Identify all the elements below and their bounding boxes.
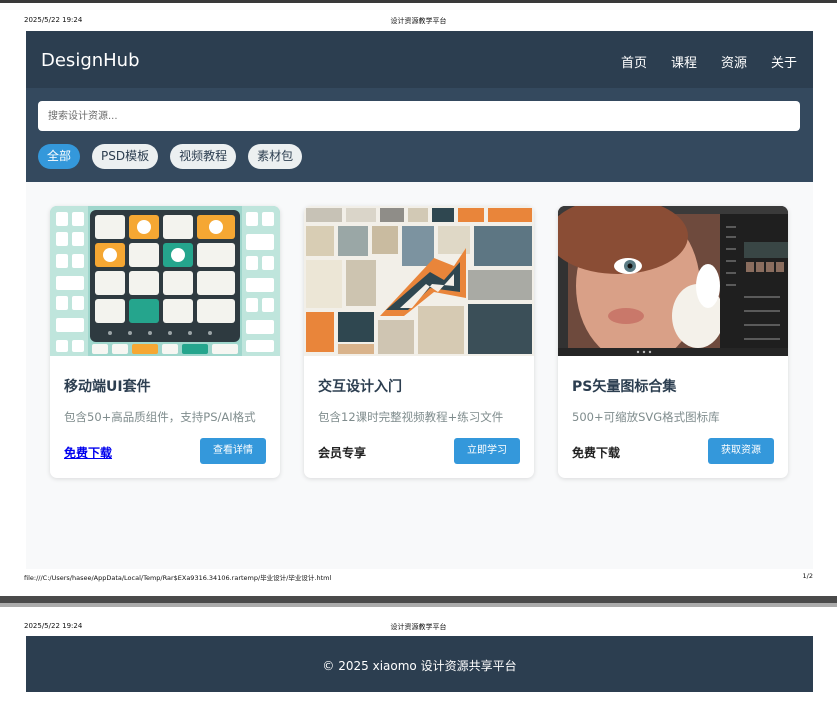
nav-link-home[interactable]: 首页 (621, 52, 647, 71)
filter-section: 全部 PSD模板 视频教程 素材包 (26, 88, 813, 182)
navbar: DesignHub 首页 课程 资源 关于 (26, 31, 813, 88)
print-header: 2025/5/22 19:24 设计资源教学平台 (0, 16, 837, 32)
nav-link-resources[interactable]: 资源 (721, 52, 747, 71)
interaction-design-thumbnail (304, 206, 534, 356)
card-description: 包含50+高品质组件，支持PS/AI格式 (64, 410, 256, 424)
filter-chip-materials[interactable]: 素材包 (248, 144, 303, 169)
card-description: 500+可缩放SVG格式图标库 (572, 410, 720, 424)
print-file-path: file:///C:/Users/hasee/AppData/Local/Tem… (24, 574, 332, 582)
nav-link-courses[interactable]: 课程 (671, 52, 697, 71)
filter-chip-psd[interactable]: PSD模板 (92, 144, 159, 169)
card-price: 免费下载 (572, 446, 621, 460)
get-resource-button[interactable]: 获取资源 (708, 438, 774, 464)
page-separator (0, 596, 837, 607)
ps-icons-thumbnail (558, 206, 788, 356)
card-title: PS矢量图标合集 (572, 379, 677, 395)
card-title: 移动端UI套件 (64, 379, 151, 395)
filter-chip-video[interactable]: 视频教程 (170, 144, 237, 169)
card-description: 包含12课时完整视频教程+练习文件 (318, 410, 504, 424)
resource-card[interactable]: 移动端UI套件 包含50+高品质组件，支持PS/AI格式 免费下载 查看详情 (50, 206, 280, 478)
filter-chip-all[interactable]: 全部 (38, 144, 81, 169)
viewer-top-edge (0, 0, 837, 3)
site-logo[interactable]: DesignHub (41, 50, 140, 71)
resource-card[interactable]: PS矢量图标合集 500+可缩放SVG格式图标库 免费下载 获取资源 (558, 206, 788, 478)
print-doc-title: 设计资源教学平台 (390, 623, 447, 631)
start-learning-button[interactable]: 立即学习 (454, 438, 520, 464)
view-details-button[interactable]: 查看详情 (200, 438, 266, 464)
card-price: 会员专享 (318, 446, 367, 460)
filter-chips: 全部 PSD模板 视频教程 素材包 (38, 144, 303, 169)
card-price-link[interactable]: 免费下载 (64, 444, 112, 461)
print-footer: file:///C:/Users/hasee/AppData/Local/Tem… (0, 572, 837, 584)
ui-kit-thumbnail (50, 206, 280, 356)
print-doc-title: 设计资源教学平台 (390, 17, 447, 25)
nav-links: 首页 课程 资源 关于 (621, 52, 797, 71)
print-page-number: 1/2 (802, 572, 813, 580)
resource-card-grid: 移动端UI套件 包含50+高品质组件，支持PS/AI格式 免费下载 查看详情 交… (50, 206, 788, 478)
nav-link-about[interactable]: 关于 (771, 52, 797, 71)
site-footer: © 2025 xiaomo 设计资源共享平台 (26, 636, 813, 692)
card-title: 交互设计入门 (318, 379, 402, 395)
search-input[interactable] (38, 101, 800, 131)
footer-copyright: © 2025 xiaomo 设计资源共享平台 (322, 659, 517, 673)
resource-card[interactable]: 交互设计入门 包含12课时完整视频教程+练习文件 会员专享 立即学习 (304, 206, 534, 478)
page-content: DesignHub 首页 课程 资源 关于 全部 PSD模板 视频教程 素材包 (26, 31, 813, 569)
